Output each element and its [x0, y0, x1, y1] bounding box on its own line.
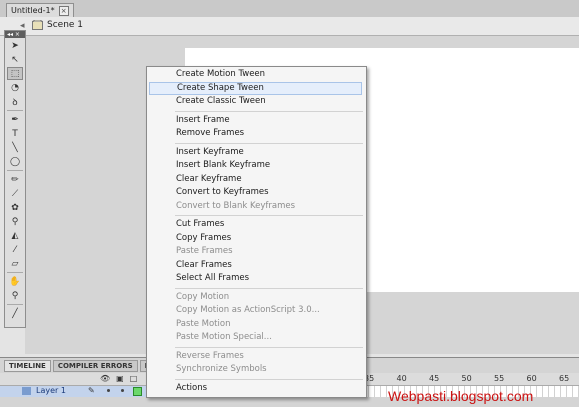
subselection-tool-icon[interactable]: ↖ [7, 53, 23, 66]
scene-bar: ◂ Scene 1 [0, 17, 579, 36]
timeline-tab-compiler-errors[interactable]: COMPILER ERRORS [52, 360, 138, 372]
menu-item-paste-frames[interactable]: Paste Frames [149, 245, 362, 258]
visibility-dot-icon[interactable] [107, 389, 110, 392]
layer-name[interactable]: Layer 1 [36, 386, 66, 395]
menu-item-insert-blank-keyframe[interactable]: Insert Blank Keyframe [149, 159, 362, 172]
eye-icon[interactable]: 👁 [100, 374, 110, 383]
timeline-tabs: TIMELINECOMPILER ERRORSM [4, 360, 157, 372]
gradient-transform-tool-icon[interactable]: ◔ [7, 81, 23, 94]
eyedropper-tool-icon[interactable]: ⁄ [7, 243, 23, 256]
menu-separator [175, 287, 363, 289]
ruler-tick-label: 55 [494, 374, 505, 383]
tool-separator [7, 272, 23, 273]
outline-icon[interactable]: □ [130, 374, 138, 383]
menu-item-create-classic-tween[interactable]: Create Classic Tween [149, 95, 362, 108]
scene-icon [32, 20, 43, 30]
layer-icon [22, 387, 31, 395]
line-tool-icon[interactable]: ╲ [7, 141, 23, 154]
document-tab-bar: Untitled-1* × [0, 0, 579, 18]
layer-toggle-icons: 👁 ▣ □ [100, 374, 137, 383]
pen-tool-icon[interactable]: ✒ [7, 113, 23, 126]
tool-separator [7, 110, 23, 111]
document-tab-title: Untitled-1* [11, 6, 55, 15]
hand-tool-icon[interactable]: ✋ [7, 275, 23, 288]
menu-item-synchronize-symbols[interactable]: Synchronize Symbols [149, 363, 362, 376]
document-tab[interactable]: Untitled-1* × [6, 3, 74, 17]
menu-item-reverse-frames[interactable]: Reverse Frames [149, 350, 362, 363]
brush-tool-icon[interactable]: ⟋ [7, 187, 23, 200]
pencil-icon: ✎ [88, 386, 95, 395]
menu-item-copy-motion-as-actionscript-3-0[interactable]: Copy Motion as ActionScript 3.0... [149, 304, 362, 317]
menu-item-clear-frames[interactable]: Clear Frames [149, 259, 362, 272]
menu-separator [175, 378, 363, 380]
ruler-tick-label: 60 [526, 374, 537, 383]
menu-item-paste-motion[interactable]: Paste Motion [149, 318, 362, 331]
paint-bucket-tool-icon[interactable]: ◭ [7, 229, 23, 242]
menu-item-copy-frames[interactable]: Copy Frames [149, 232, 362, 245]
menu-separator [175, 142, 363, 144]
lock-dot-icon[interactable] [121, 389, 124, 392]
stroke-color-icon[interactable]: ╱ [7, 307, 23, 320]
menu-item-paste-motion-special[interactable]: Paste Motion Special... [149, 331, 362, 344]
timeline-tab-timeline[interactable]: TIMELINE [4, 360, 51, 372]
context-menu: Create Motion Tween Create Shape Tween Cre… [146, 66, 367, 398]
pencil-tool-icon[interactable]: ✏ [7, 173, 23, 186]
menu-item-convert-to-keyframes[interactable]: Convert to Keyframes [149, 186, 362, 199]
tools-panel-header[interactable]: ◂◂ × [5, 31, 25, 38]
deco-tool-icon[interactable]: ✿ [7, 201, 23, 214]
ruler-tick-label: 40 [396, 374, 407, 383]
bone-tool-icon[interactable]: ⚲ [7, 215, 23, 228]
menu-item-copy-motion[interactable]: Copy Motion [149, 291, 362, 304]
text-tool-icon[interactable]: T [7, 127, 23, 140]
menu-item-remove-frames[interactable]: Remove Frames [149, 127, 362, 140]
ruler-tick-label: 45 [429, 374, 440, 383]
menu-item-clear-keyframe[interactable]: Clear Keyframe [149, 173, 362, 186]
menu-item-actions[interactable]: Actions [149, 382, 362, 395]
ruler-tick-label: 65 [559, 374, 570, 383]
tool-separator [7, 170, 23, 171]
tool-separator [7, 304, 23, 305]
menu-item-insert-frame[interactable]: Insert Frame [149, 114, 362, 127]
menu-separator [175, 110, 363, 112]
menu-item-select-all-frames[interactable]: Select All Frames [149, 272, 362, 285]
eraser-tool-icon[interactable]: ▱ [7, 257, 23, 270]
scene-label[interactable]: Scene 1 [47, 20, 83, 30]
menu-item-insert-keyframe[interactable]: Insert Keyframe [149, 146, 362, 159]
close-icon[interactable]: × [58, 5, 69, 16]
ruler-tick-label: 50 [461, 374, 472, 383]
oval-tool-icon[interactable]: ◯ [7, 155, 23, 168]
outline-color-icon[interactable] [133, 387, 142, 396]
menu-item-create-shape-tween[interactable]: Create Shape Tween [149, 81, 362, 95]
lock-icon[interactable]: ▣ [116, 374, 124, 383]
tools-panel: ◂◂ × ➤ ↖ ⬚ ◔ ꝺ ✒ T ╲ ◯ ✏ ⟋ ✿ ⚲ ◭ ⁄ ▱ ✋ ⚲ ╱ [4, 30, 26, 328]
menu-item-create-motion-tween[interactable]: Create Motion Tween [149, 68, 362, 81]
selection-tool-icon[interactable]: ➤ [7, 39, 23, 52]
watermark: Webpasti.blogspot.com [388, 388, 534, 404]
frame-ruler: 35 40 45 50 55 60 65 [360, 374, 579, 384]
menu-item-convert-to-blank-keyframes[interactable]: Convert to Blank Keyframes [149, 200, 362, 213]
lasso-tool-icon[interactable]: ꝺ [7, 95, 23, 108]
free-transform-tool-icon[interactable]: ⬚ [7, 67, 23, 80]
zoom-tool-icon[interactable]: ⚲ [7, 289, 23, 302]
menu-item-cut-frames[interactable]: Cut Frames [149, 218, 362, 231]
menu-separator [175, 346, 363, 348]
menu-separator [175, 215, 363, 216]
